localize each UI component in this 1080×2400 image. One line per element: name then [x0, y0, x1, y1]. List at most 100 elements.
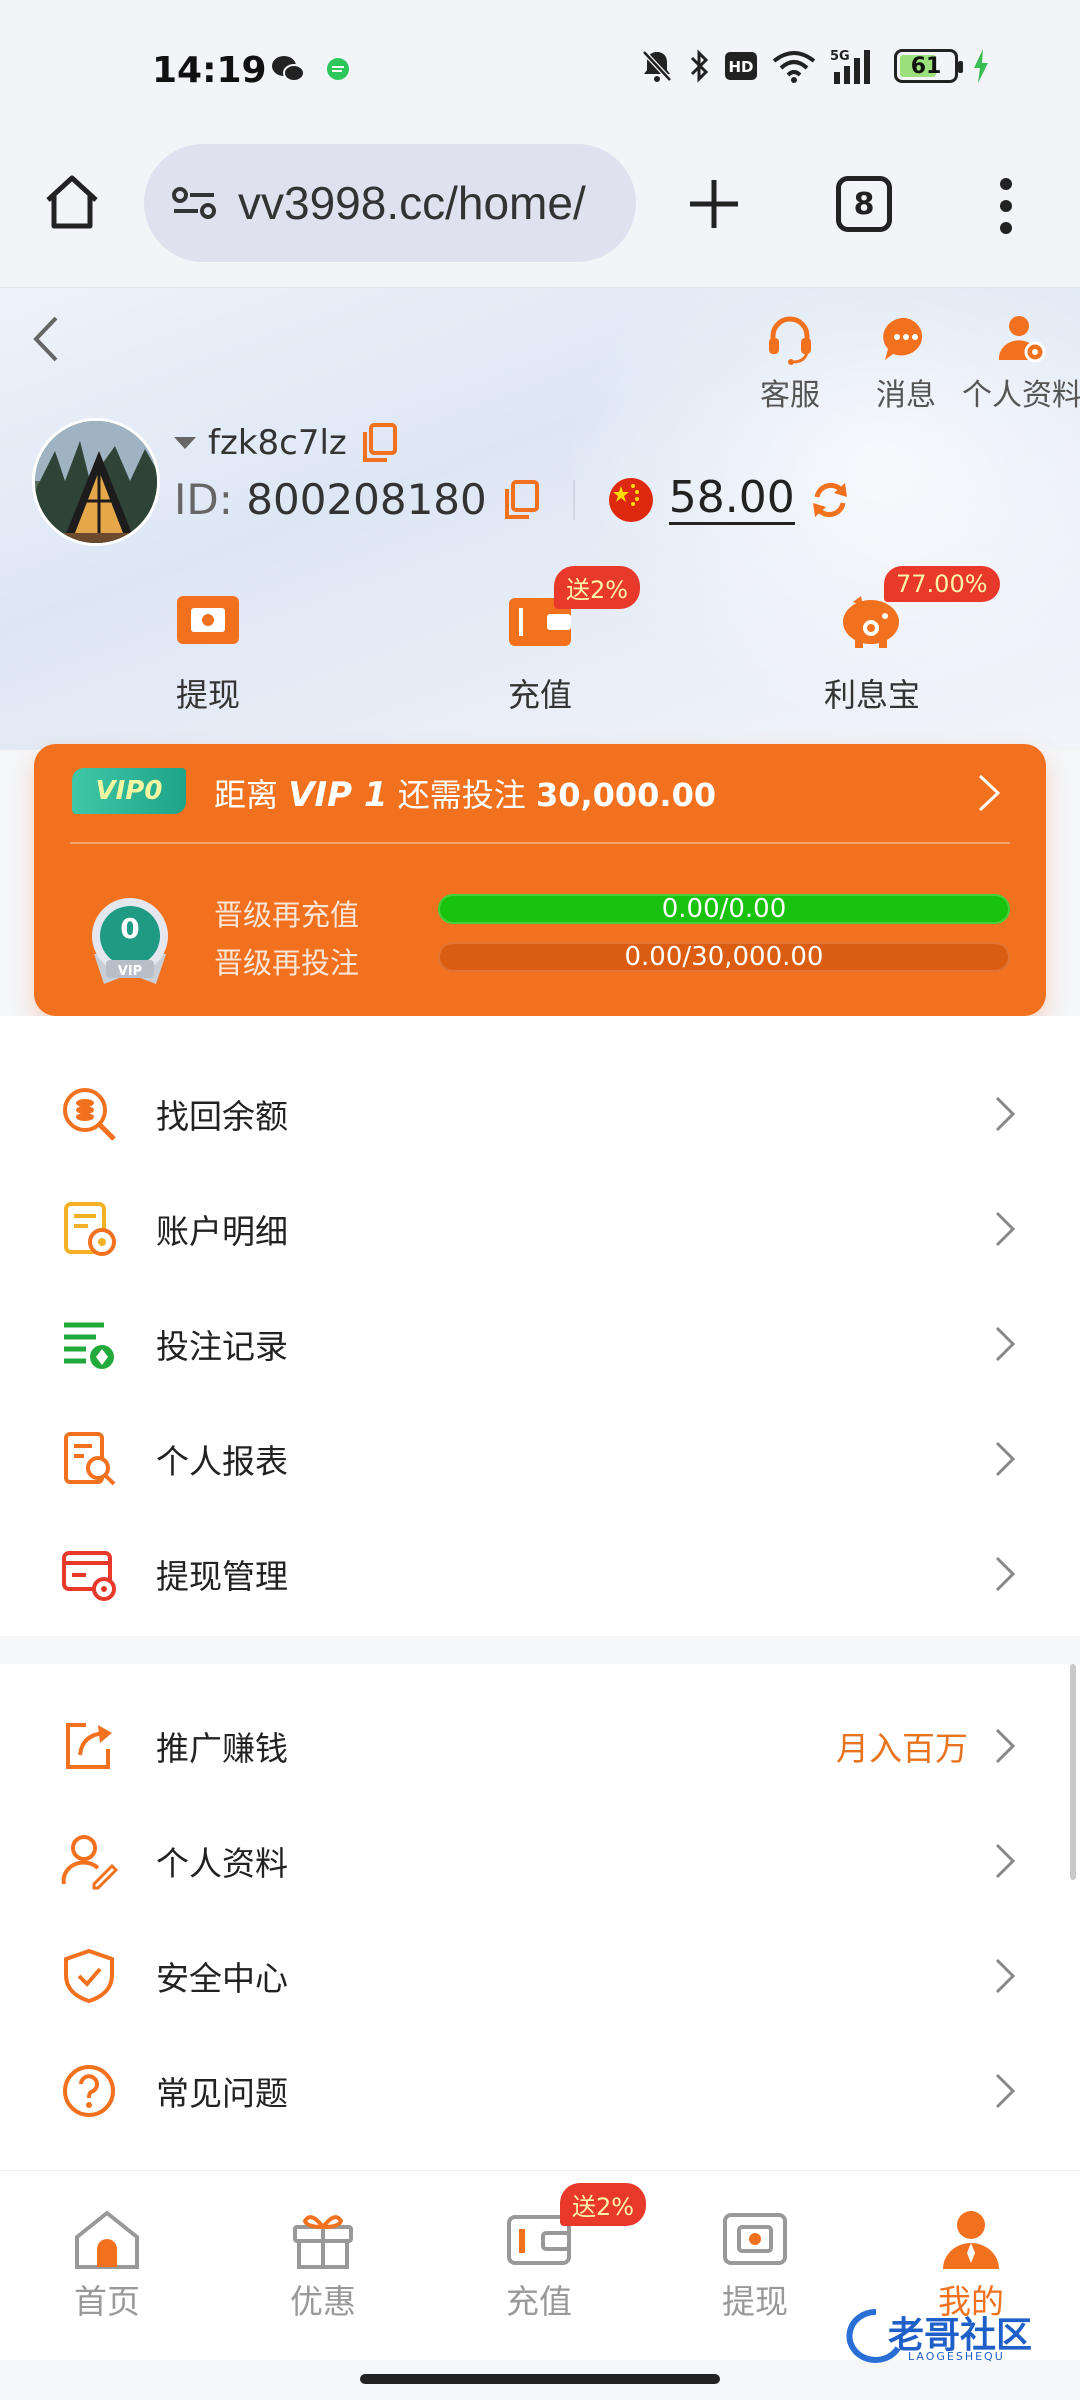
user-edit-icon — [61, 1834, 118, 1889]
signal-icon: 5G — [830, 49, 870, 84]
message-icon — [883, 317, 923, 360]
status-bar: 14:19 HD 5G 61 — [0, 0, 1080, 140]
vip-title-prefix: 距离 — [214, 776, 279, 814]
chevron-right-icon — [995, 1843, 1016, 1878]
headset-icon — [769, 316, 811, 365]
nav-home[interactable]: 首页 — [42, 2207, 172, 2323]
interest-quick-button[interactable]: 利息宝 — [782, 588, 962, 716]
general-menu: 推广赚钱 月入百万 个人资料 安全中心 常见问题 — [0, 1664, 1080, 2170]
vip-progress-card[interactable]: VIP0 距离 VIP 1 还需投注 30,000.00 0 VIP 晋级再充值… — [34, 744, 1046, 1016]
menu-label: 投注记录 — [156, 1326, 288, 1366]
share-icon — [66, 1722, 112, 1769]
refresh-icon[interactable] — [809, 479, 851, 521]
divider — [572, 479, 575, 520]
home-icon — [75, 2210, 139, 2269]
menu-item-account-details[interactable]: 账户明细 — [0, 1171, 1080, 1286]
nav-label: 首页 — [74, 2282, 140, 2321]
user-icon — [943, 2211, 999, 2269]
chevron-right-icon — [995, 1326, 1016, 1361]
menu-label: 找回余额 — [156, 1096, 288, 1136]
menu-label: 个人报表 — [156, 1441, 288, 1481]
nav-label: 提现 — [722, 2282, 788, 2321]
account-dropdown-icon[interactable] — [174, 437, 196, 449]
withdraw-icon — [723, 2213, 787, 2265]
chevron-right-icon — [995, 2073, 1016, 2108]
menu-item-security-center[interactable]: 安全中心 — [0, 1918, 1080, 2033]
home-indicator[interactable] — [360, 2374, 720, 2384]
china-flag-icon — [608, 477, 653, 522]
nav-label: 充值 — [506, 2282, 572, 2321]
username: fzk8c7lz — [208, 423, 347, 463]
avatar[interactable] — [32, 418, 160, 546]
back-arrow-icon[interactable] — [26, 312, 66, 366]
profile-button[interactable]: 个人资料 — [962, 312, 1080, 414]
username-row: fzk8c7lz — [174, 422, 399, 464]
wifi-icon — [772, 51, 816, 83]
bluetooth-icon — [690, 49, 709, 83]
question-icon — [63, 2064, 115, 2117]
withdraw-manage-icon — [62, 1550, 116, 1601]
menu-label: 安全中心 — [156, 1958, 288, 1998]
vip-title: 距离 VIP 1 还需投注 30,000.00 — [214, 770, 716, 816]
deposit-bonus-badge: 送2% — [554, 566, 641, 609]
menu-item-recover-balance[interactable]: 找回余额 — [0, 1056, 1080, 1171]
menu-item-promote-earn[interactable]: 推广赚钱 月入百万 — [0, 1688, 1080, 1803]
address-bar[interactable]: vv3998.cc/home/ — [144, 144, 636, 262]
vip-medal-text: VIP — [117, 964, 143, 979]
promote-hint: 月入百万 — [836, 1728, 968, 1768]
top-action-label: 客服 — [760, 378, 820, 413]
quick-action-label: 充值 — [507, 676, 572, 714]
withdraw-quick-button[interactable]: 提现 — [118, 588, 298, 716]
charging-icon — [974, 49, 988, 83]
chat-app-icon — [327, 58, 349, 80]
browser-menu-icon[interactable] — [986, 176, 1026, 236]
menu-item-faq[interactable]: 常见问题 — [0, 2033, 1080, 2148]
balance-amount: 58.00 — [668, 473, 795, 526]
customer-service-button[interactable]: 客服 — [732, 312, 848, 414]
menu-label: 常见问题 — [156, 2073, 288, 2113]
battery-indicator: 61 — [894, 49, 963, 83]
id-label: ID: — [174, 475, 233, 525]
menu-item-personal-report[interactable]: 个人报表 — [0, 1401, 1080, 1516]
id-value: 800208180 — [246, 475, 487, 525]
menu-label: 账户明细 — [156, 1211, 288, 1251]
bet-progress-text: 0.00/30,000.00 — [624, 942, 824, 972]
browser-home-icon[interactable] — [40, 170, 104, 234]
url-text: vv3998.cc/home/ — [238, 177, 586, 229]
menu-label: 推广赚钱 — [156, 1728, 288, 1768]
mute-bell-icon — [642, 50, 672, 82]
copy-id-icon[interactable] — [501, 479, 541, 521]
watermark-logo: 老哥社区 LAOGESHEQU — [836, 2302, 1072, 2364]
wechat-icon — [272, 56, 305, 82]
watermark-subtext: LAOGESHEQU — [908, 2350, 1005, 2363]
site-settings-icon[interactable] — [170, 183, 218, 223]
chevron-right-icon — [995, 1096, 1016, 1131]
account-detail-icon — [64, 1201, 116, 1256]
menu-item-withdraw-management[interactable]: 提现管理 — [0, 1516, 1080, 1631]
status-app-icons — [270, 54, 358, 84]
profile-settings-icon — [998, 316, 1046, 363]
user-id: ID: 800208180 — [174, 475, 487, 524]
menu-item-personal-info[interactable]: 个人资料 — [0, 1803, 1080, 1918]
browser-toolbar: vv3998.cc/home/ 8 — [0, 140, 1080, 288]
chevron-right-icon — [995, 1441, 1016, 1476]
chevron-right-icon — [995, 1211, 1016, 1246]
nav-withdraw[interactable]: 提现 — [690, 2207, 820, 2323]
bet-progress-bar: 0.00/30,000.00 — [438, 942, 1010, 972]
new-tab-icon[interactable] — [684, 174, 744, 234]
menu-item-bet-records[interactable]: 投注记录 — [0, 1286, 1080, 1401]
menu-label: 个人资料 — [156, 1843, 288, 1883]
withdraw-icon — [177, 596, 239, 644]
tab-switcher-button[interactable]: 8 — [836, 176, 892, 232]
recharge-progress-text: 0.00/0.00 — [661, 894, 787, 924]
status-time: 14:19 — [152, 50, 267, 91]
copy-username-icon[interactable] — [359, 422, 399, 464]
shield-icon — [64, 1948, 114, 2003]
nav-label: 优惠 — [290, 2282, 356, 2321]
vip-required-amount: 30,000.00 — [535, 776, 717, 814]
nav-promotions[interactable]: 优惠 — [258, 2207, 388, 2323]
recharge-requirement-label: 晋级再充值 — [214, 898, 360, 932]
scrollbar-thumb[interactable] — [1070, 1664, 1076, 1880]
gift-icon — [293, 2215, 353, 2269]
messages-button[interactable]: 消息 — [848, 312, 964, 414]
